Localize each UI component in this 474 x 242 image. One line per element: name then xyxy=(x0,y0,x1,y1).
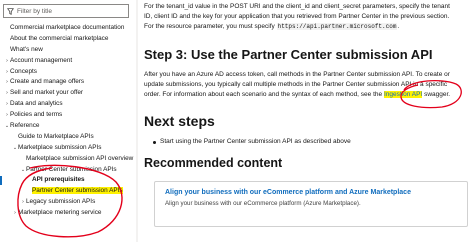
toc-item-label: Legacy submission APIs xyxy=(26,198,96,206)
filter-box[interactable] xyxy=(3,4,129,18)
docs-page: Commercial marketplace documentation Abou… xyxy=(0,0,474,242)
toc-item[interactable]: Commercial marketplace documentation xyxy=(0,23,138,34)
toc-item-label: Data and analytics xyxy=(10,100,63,108)
toc-item-label: Guide to Marketplace APIs xyxy=(18,132,94,140)
next-steps-item: Start using the Partner Center submissio… xyxy=(153,138,351,145)
step3-paragraph: After you have an Azure AD access token,… xyxy=(144,70,470,101)
toc-item[interactable]: Partner Center submission APIs xyxy=(0,186,138,197)
toc-item[interactable]: › Data and analytics xyxy=(0,99,138,110)
step3-line-1: After you have an Azure AD access token,… xyxy=(144,71,450,78)
toc-item-label: Create and manage offers xyxy=(10,78,85,86)
toc-item-label: Concepts xyxy=(10,67,37,75)
intro-line-3-end: . xyxy=(397,23,400,31)
toc-item[interactable]: › Create and manage offers xyxy=(0,77,138,88)
toc-item[interactable]: › Account management xyxy=(0,56,138,67)
intro-line-3: For the resource parameter, you must spe… xyxy=(144,23,275,31)
toc-sidebar: Commercial marketplace documentation Abou… xyxy=(0,0,138,242)
step3-line-3: order. For information about each scenar… xyxy=(144,91,383,99)
toc-item[interactable]: › Marketplace metering service xyxy=(0,208,138,219)
resource-url-code: https://api.partner.microsoft.com xyxy=(276,23,398,31)
recommended-card[interactable]: Align your business with our eCommerce p… xyxy=(154,181,468,227)
next-steps-heading: Next steps xyxy=(144,113,215,129)
step3-line-3-end: swagger. xyxy=(424,91,451,99)
toc-item-label: Policies and terms xyxy=(10,111,63,119)
toc-item[interactable]: Marketplace submission API overview xyxy=(0,154,138,165)
toc-item[interactable]: ⌄Partner Center submission APIs xyxy=(0,165,138,176)
toc-item[interactable]: About the commercial marketplace xyxy=(0,34,138,45)
toc-item-label: What's new xyxy=(10,45,43,53)
article-content: For the tenant_id value in the POST URI … xyxy=(144,0,470,242)
step3-line-2: update submissions, you typically call m… xyxy=(144,81,448,89)
filter-icon xyxy=(7,7,14,15)
toc-item-label: Sell and market your offer xyxy=(10,89,84,97)
toc-item-label: Marketplace metering service xyxy=(18,209,102,217)
recommended-card-title[interactable]: Align your business with our eCommerce p… xyxy=(165,189,411,196)
sidebar-scrollbar[interactable] xyxy=(136,0,138,242)
toc-item[interactable]: › Sell and market your offer xyxy=(0,88,138,99)
toc-item-label: About the commercial marketplace xyxy=(10,34,109,42)
intro-line-2: ID, client ID and the key for your appli… xyxy=(144,13,450,21)
toc-item-label: Account management xyxy=(10,56,73,64)
ingestion-api-link[interactable]: Ingestion API xyxy=(383,91,423,99)
toc-item[interactable]: What's new xyxy=(0,45,138,56)
toc-item-label: Reference xyxy=(10,122,40,130)
toc-item[interactable]: Guide to Marketplace APIs xyxy=(0,132,138,143)
toc-item-label: Marketplace submission API overview xyxy=(26,154,134,162)
toc-item[interactable]: ⌄Reference xyxy=(0,121,138,132)
toc-item[interactable]: ⌄Marketplace submission APIs xyxy=(0,143,138,154)
intro-line-1: For the tenant_id value in the POST URI … xyxy=(144,3,450,10)
toc-list: Commercial marketplace documentation Abou… xyxy=(0,23,138,219)
recommended-card-description: Align your business with our eCommerce p… xyxy=(165,200,361,207)
toc-item[interactable]: › Concepts xyxy=(0,67,138,78)
filter-input[interactable] xyxy=(14,7,127,15)
toc-item[interactable]: › Policies and terms xyxy=(0,110,138,121)
toc-item-label: Partner Center submission APIs xyxy=(32,187,123,195)
toc-item-label: Commercial marketplace documentation xyxy=(10,24,125,31)
toc-item-label: API prerequisites xyxy=(32,176,85,184)
toc-item[interactable]: › Legacy submission APIs xyxy=(0,197,138,208)
recommended-heading: Recommended content xyxy=(144,156,283,170)
toc-item[interactable]: API prerequisites xyxy=(0,175,138,186)
toc-item-label: Partner Center submission APIs xyxy=(26,165,117,173)
intro-paragraph: For the tenant_id value in the POST URI … xyxy=(144,2,470,33)
toc-item-label: Marketplace submission APIs xyxy=(18,143,102,151)
step3-heading: Step 3: Use the Partner Center submissio… xyxy=(144,47,433,62)
